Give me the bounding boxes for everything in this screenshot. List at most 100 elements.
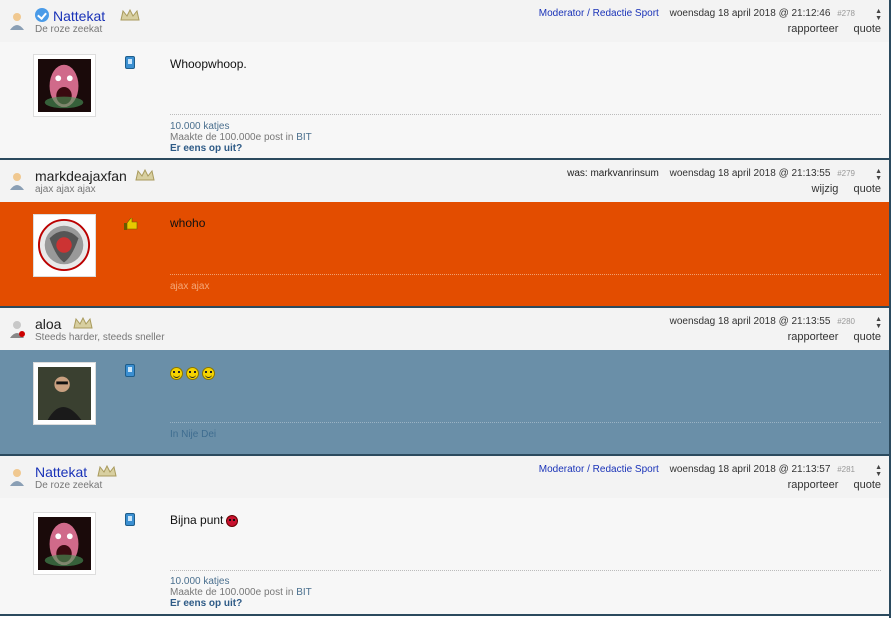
post-body: In Nije Dei bbox=[0, 350, 889, 454]
post-279: markdeajaxfan ajax ajax ajax was: markva… bbox=[0, 160, 891, 308]
signature-link[interactable]: BIT bbox=[296, 132, 312, 143]
signature-line: Maakte de 100.000e post in bbox=[170, 132, 294, 143]
signature-link[interactable]: Er eens op uit? bbox=[170, 598, 242, 609]
user-subtitle: ajax ajax ajax bbox=[35, 184, 96, 195]
mobile-icon bbox=[125, 513, 135, 526]
signature-line: In Nije Dei bbox=[170, 429, 217, 440]
post-timestamp: woensdag 18 april 2018 @ 21:13:55 bbox=[669, 168, 831, 179]
signature: 10.000 katjes Maakte de 100.000e post in… bbox=[170, 576, 312, 609]
mobile-icon bbox=[125, 56, 135, 69]
avatar-image bbox=[38, 219, 91, 272]
post-header: Nattekat De roze zeekat Moderator / Reda… bbox=[0, 456, 889, 498]
signature-link[interactable]: BIT bbox=[296, 587, 312, 598]
username[interactable]: aloa bbox=[35, 316, 61, 332]
smiley-icon bbox=[202, 367, 215, 381]
post-body: Bijna punt 10.000 katjes Maakte de 100.0… bbox=[0, 498, 889, 614]
user-role: Moderator / Redactie Sport bbox=[538, 8, 659, 19]
quote-link[interactable]: quote bbox=[853, 183, 881, 195]
username[interactable]: markdeajaxfan bbox=[35, 168, 127, 184]
post-278: Nattekat De roze zeekat Moderator / Reda… bbox=[0, 0, 891, 160]
quote-link[interactable]: quote bbox=[853, 479, 881, 491]
sort-arrows-icon[interactable]: ▲ ▼ bbox=[875, 464, 882, 478]
post-timestamp: woensdag 18 april 2018 @ 21:13:57 bbox=[669, 464, 831, 475]
post-header: aloa Steeds harder, steeds sneller woens… bbox=[0, 308, 889, 350]
user-subtitle: Steeds harder, steeds sneller bbox=[35, 332, 165, 343]
username[interactable]: Nattekat bbox=[53, 8, 105, 24]
rank-crown-icon bbox=[97, 465, 117, 477]
post-separator bbox=[0, 614, 889, 616]
post-actions: rapporteer quote bbox=[776, 23, 881, 35]
post-number[interactable]: #280 bbox=[837, 317, 855, 326]
post-timestamp: woensdag 18 april 2018 @ 21:13:55 bbox=[669, 316, 831, 327]
post-content: whoho bbox=[170, 216, 206, 230]
report-link[interactable]: rapporteer bbox=[788, 479, 839, 491]
post-actions: wijzig quote bbox=[800, 183, 882, 195]
angry-smiley-icon bbox=[226, 514, 239, 527]
post-content: Whoopwhoop. bbox=[170, 57, 247, 71]
user-role: Moderator / Redactie Sport bbox=[538, 464, 659, 475]
edit-link[interactable]: wijzig bbox=[812, 183, 839, 195]
post-content: Bijna punt bbox=[170, 513, 239, 527]
post-meta: Moderator / Redactie Sport woensdag 18 a… bbox=[539, 464, 855, 475]
post-actions: rapporteer quote bbox=[776, 331, 881, 343]
user-icon bbox=[10, 469, 24, 486]
signature-divider bbox=[170, 570, 881, 571]
post-header: markdeajaxfan ajax ajax ajax was: markva… bbox=[0, 160, 889, 202]
rank-crown-icon bbox=[120, 9, 140, 21]
signature: ajax ajax bbox=[170, 281, 209, 292]
post-number[interactable]: #281 bbox=[837, 465, 855, 474]
sort-arrows-icon[interactable]: ▲ ▼ bbox=[875, 168, 882, 182]
post-content bbox=[170, 366, 218, 381]
quote-link[interactable]: quote bbox=[853, 331, 881, 343]
signature-divider bbox=[170, 422, 881, 423]
avatar[interactable] bbox=[33, 214, 96, 277]
rank-crown-icon bbox=[135, 169, 155, 181]
user-icon bbox=[10, 321, 25, 338]
post-body: Whoopwhoop. 10.000 katjes Maakte de 100.… bbox=[0, 42, 889, 158]
post-280: aloa Steeds harder, steeds sneller woens… bbox=[0, 308, 891, 456]
sort-arrows-icon[interactable]: ▲ ▼ bbox=[875, 316, 882, 330]
avatar[interactable] bbox=[33, 512, 96, 575]
signature-divider bbox=[170, 274, 881, 275]
post-meta: woensdag 18 april 2018 @ 21:13:55 #280 bbox=[670, 316, 855, 327]
avatar-image bbox=[38, 59, 91, 112]
user-subtitle: De roze zeekat bbox=[35, 24, 103, 35]
post-meta: Moderator / Redactie Sport woensdag 18 a… bbox=[539, 8, 855, 19]
signature: 10.000 katjes Maakte de 100.000e post in… bbox=[170, 121, 312, 154]
signature-line: 10.000 katjes bbox=[170, 121, 230, 132]
username[interactable]: Nattekat bbox=[35, 464, 87, 480]
post-timestamp: woensdag 18 april 2018 @ 21:12:46 bbox=[669, 8, 831, 19]
signature-line: ajax ajax bbox=[170, 281, 210, 292]
verified-icon bbox=[35, 8, 49, 22]
rank-crown-icon bbox=[73, 317, 93, 329]
user-icon bbox=[10, 13, 24, 30]
post-header: Nattekat De roze zeekat Moderator / Reda… bbox=[0, 0, 889, 42]
thumbs-up-icon bbox=[124, 218, 138, 230]
post-meta: was: markvanrinsum woensdag 18 april 201… bbox=[567, 168, 855, 179]
signature-link[interactable]: Er eens op uit? bbox=[170, 143, 242, 154]
post-281: Nattekat De roze zeekat Moderator / Reda… bbox=[0, 456, 891, 618]
avatar-image bbox=[38, 517, 91, 570]
signature-divider bbox=[170, 114, 881, 115]
post-body: whoho ajax ajax bbox=[0, 202, 889, 306]
avatar-image bbox=[38, 367, 91, 420]
signature-line: Maakte de 100.000e post in bbox=[170, 587, 294, 598]
post-number[interactable]: #278 bbox=[837, 9, 855, 18]
mobile-icon bbox=[125, 364, 135, 377]
smiley-icon bbox=[170, 367, 183, 381]
signature-line: 10.000 katjes bbox=[170, 576, 230, 587]
previous-username: was: markvanrinsum bbox=[567, 168, 659, 179]
report-link[interactable]: rapporteer bbox=[788, 23, 839, 35]
post-text: Bijna punt bbox=[170, 513, 224, 527]
post-number[interactable]: #279 bbox=[837, 169, 855, 178]
report-link[interactable]: rapporteer bbox=[788, 331, 839, 343]
post-actions: rapporteer quote bbox=[776, 479, 881, 491]
sort-arrows-icon[interactable]: ▲ ▼ bbox=[875, 8, 882, 22]
quote-link[interactable]: quote bbox=[853, 23, 881, 35]
avatar[interactable] bbox=[33, 362, 96, 425]
avatar[interactable] bbox=[33, 54, 96, 117]
user-subtitle: De roze zeekat bbox=[35, 480, 103, 491]
user-icon bbox=[10, 173, 24, 190]
smiley-icon bbox=[186, 367, 199, 381]
signature: In Nije Dei bbox=[170, 429, 216, 440]
